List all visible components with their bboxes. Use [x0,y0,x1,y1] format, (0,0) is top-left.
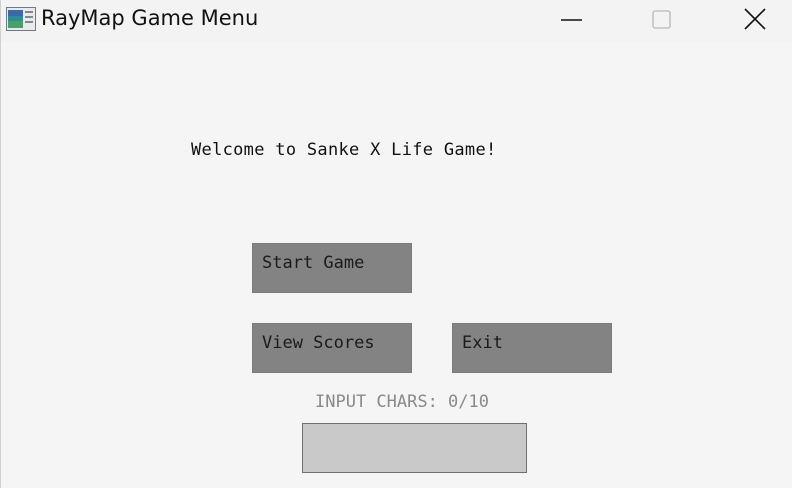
welcome-text: Welcome to Sanke X Life Game! [191,140,497,160]
app-window: RayMap Game Menu Welcome to Sanke X Life… [0,0,792,488]
minimize-button[interactable] [549,0,595,40]
window-title: RayMap Game Menu [41,6,259,30]
view-scores-button[interactable]: View Scores [252,323,412,373]
start-game-label: Start Game [262,253,365,273]
name-input-field[interactable] [302,423,527,473]
start-game-button[interactable]: Start Game [252,243,412,293]
title-bar[interactable]: RayMap Game Menu [1,0,792,42]
game-canvas: Welcome to Sanke X Life Game! Start Game… [1,42,792,488]
maximize-button[interactable] [639,0,685,40]
input-char-counter: INPUT CHARS: 0/10 [315,392,489,412]
exit-button[interactable]: Exit [452,323,612,373]
minimize-icon [561,19,582,21]
maximize-icon [652,10,671,29]
exit-label: Exit [462,333,503,353]
view-scores-label: View Scores [262,333,375,353]
close-button[interactable] [732,0,778,40]
app-window-icon [6,7,36,31]
close-icon [744,8,766,30]
